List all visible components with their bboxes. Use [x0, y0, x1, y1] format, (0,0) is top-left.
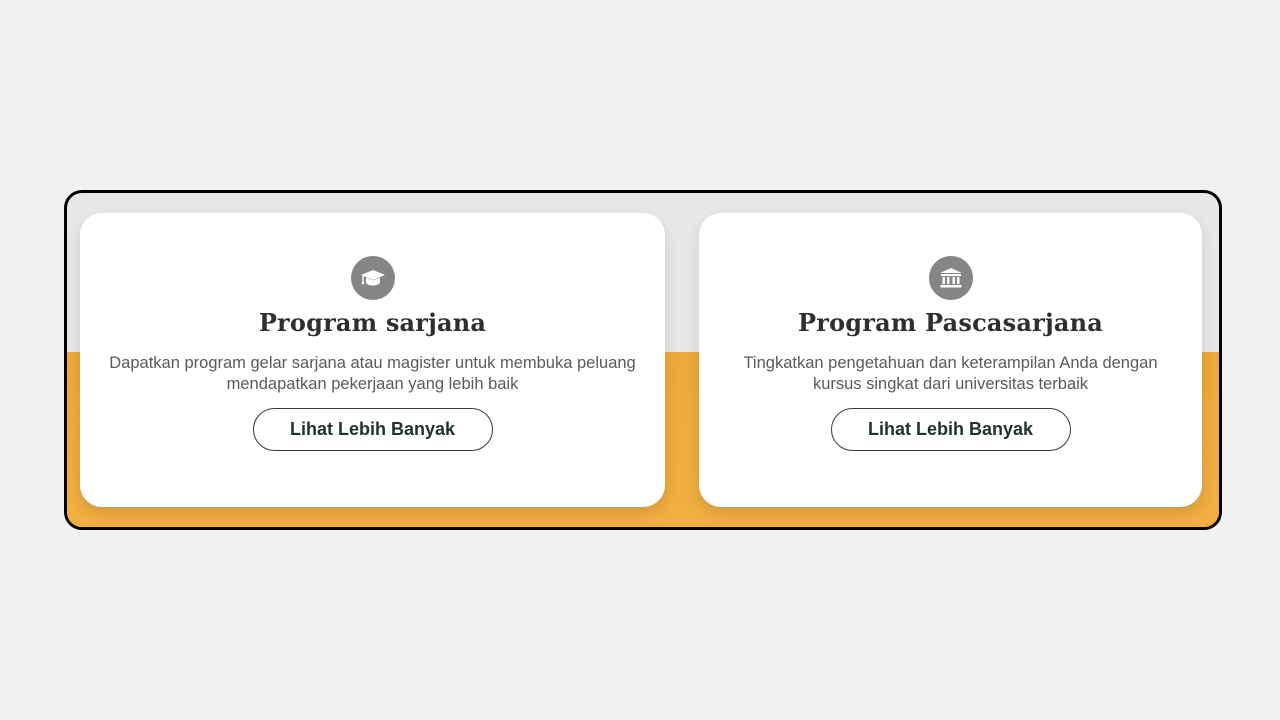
graduation-cap-icon — [350, 256, 395, 300]
card-title: Program sarjana — [258, 308, 487, 337]
program-section-frame: Program sarjana Dapatkan program gelar s… — [64, 190, 1222, 530]
card-title: Program Pascasarjana — [798, 308, 1103, 337]
program-card-pascasarjana: Program Pascasarjana Tingkatkan pengetah… — [699, 213, 1202, 507]
university-building-icon — [928, 256, 973, 300]
card-description: Dapatkan program gelar sarjana atau magi… — [109, 354, 636, 393]
see-more-button[interactable]: Lihat Lebih Banyak — [252, 408, 493, 451]
program-card-sarjana: Program sarjana Dapatkan program gelar s… — [80, 213, 665, 507]
card-description: Tingkatkan pengetahuan dan keterampilan … — [743, 354, 1158, 393]
see-more-button[interactable]: Lihat Lebih Banyak — [830, 408, 1071, 451]
